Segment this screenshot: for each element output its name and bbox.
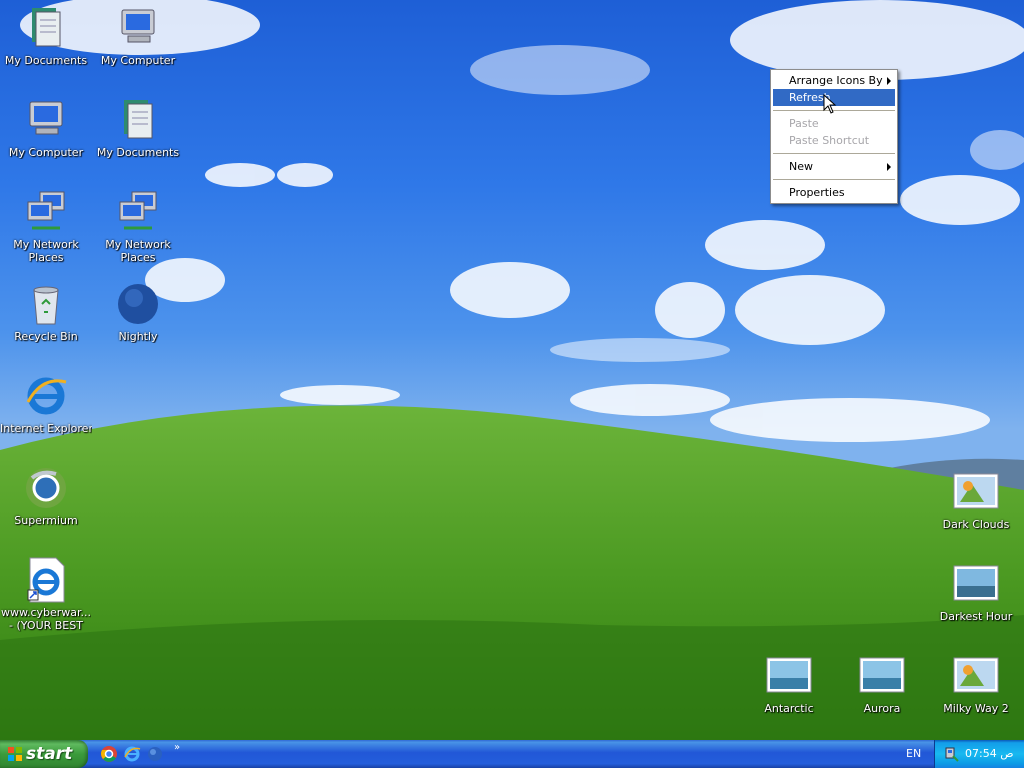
desktop-icon-network-places-2[interactable]: My Network Places bbox=[92, 188, 184, 264]
desktop-icon-label: Internet Explorer bbox=[0, 422, 92, 435]
desktop-icon-my-computer-2[interactable]: My Computer bbox=[0, 96, 92, 159]
internet-explorer-icon bbox=[26, 377, 67, 415]
desktop-icon-network-places[interactable]: My Network Places bbox=[0, 188, 92, 264]
menu-item-label: Arrange Icons By bbox=[789, 74, 883, 87]
desktop-icon-internet-explorer[interactable]: Internet Explorer bbox=[0, 372, 92, 435]
start-button[interactable]: start bbox=[0, 740, 88, 768]
my-computer-icon bbox=[121, 9, 155, 43]
desktop-icon-label: www.cyberwar... - (YOUR BEST S... bbox=[1, 606, 91, 632]
desktop-icon-label: My Computer bbox=[100, 54, 176, 67]
chrome-icon[interactable] bbox=[100, 745, 118, 763]
desktop-icon-dark-clouds[interactable]: Dark Clouds bbox=[930, 468, 1022, 531]
recycle-bin-icon bbox=[33, 286, 59, 325]
desktop-icon-my-documents-2[interactable]: My Documents bbox=[92, 96, 184, 159]
desktop-icon-milky-way-2[interactable]: Milky Way 2 bbox=[930, 652, 1022, 715]
desktop-icon-nightly[interactable]: Nightly bbox=[92, 280, 184, 343]
clock[interactable]: 07:54 ص bbox=[965, 740, 1014, 768]
desktop-icon-label: My Network Places bbox=[105, 238, 171, 264]
desktop-icon-aurora[interactable]: Aurora bbox=[836, 652, 928, 715]
desktop-icon-label: Recycle Bin bbox=[14, 330, 78, 343]
menu-separator bbox=[773, 179, 895, 180]
my-documents-icon bbox=[124, 100, 153, 139]
my-documents-icon bbox=[32, 8, 61, 47]
image-file-icon bbox=[953, 473, 999, 509]
desktop-icon-recycle-bin[interactable]: Recycle Bin bbox=[0, 280, 92, 343]
desktop-icon-antarctic[interactable]: Antarctic bbox=[743, 652, 835, 715]
system-tray: 07:54 ص bbox=[934, 740, 1024, 768]
desktop-icon-my-documents[interactable]: My Documents bbox=[0, 4, 92, 67]
globe-icon bbox=[118, 284, 158, 324]
desktop-icon-label: Antarctic bbox=[764, 702, 814, 715]
image-file-icon bbox=[953, 565, 999, 601]
menu-item-paste-shortcut[interactable]: Paste Shortcut bbox=[771, 132, 897, 149]
desktop-icon-label: My Network Places bbox=[13, 238, 79, 264]
mouse-pointer-icon bbox=[823, 94, 837, 114]
desktop-icon-label: My Documents bbox=[96, 146, 180, 159]
desktop-icon-web-shortcut[interactable]: www.cyberwar... - (YOUR BEST S... bbox=[0, 556, 92, 632]
desktop[interactable]: My Documents My Computer My Computer My … bbox=[0, 0, 1024, 740]
internet-shortcut-icon bbox=[27, 557, 65, 603]
supermium-icon bbox=[26, 468, 66, 508]
language-indicator[interactable]: EN bbox=[906, 740, 921, 768]
desktop-icon-label: Dark Clouds bbox=[942, 518, 1010, 531]
menu-item-label: Properties bbox=[789, 186, 845, 199]
menu-item-label: Paste bbox=[789, 117, 819, 130]
my-computer-icon bbox=[29, 101, 63, 135]
start-label: start bbox=[26, 744, 73, 764]
desktop-icon-label: Aurora bbox=[863, 702, 901, 715]
taskbar: start » EN 07:54 ص bbox=[0, 740, 1024, 768]
submenu-arrow-icon bbox=[887, 77, 891, 85]
desktop-icon-supermium[interactable]: Supermium bbox=[0, 464, 92, 527]
menu-item-new[interactable]: New bbox=[771, 158, 897, 175]
menu-separator bbox=[773, 153, 895, 154]
safely-remove-hardware-icon[interactable] bbox=[943, 746, 959, 762]
desktop-icon-darkest-hour[interactable]: Darkest Hour bbox=[930, 560, 1022, 623]
desktop-icon-label: My Computer bbox=[8, 146, 84, 159]
menu-item-arrange-icons-by[interactable]: Arrange Icons By bbox=[771, 72, 897, 89]
desktop-icon-label: Nightly bbox=[118, 330, 158, 343]
image-file-icon bbox=[859, 657, 905, 693]
menu-item-label: Paste Shortcut bbox=[789, 134, 870, 147]
globe-icon[interactable] bbox=[146, 745, 164, 763]
network-places-icon bbox=[27, 191, 65, 230]
desktop-icon-label: Darkest Hour bbox=[939, 610, 1013, 623]
menu-item-label: New bbox=[789, 160, 813, 173]
submenu-arrow-icon bbox=[887, 163, 891, 171]
image-file-icon bbox=[766, 657, 812, 693]
network-places-icon bbox=[119, 191, 157, 230]
quick-launch-overflow-button[interactable]: » bbox=[174, 742, 180, 753]
windows-logo-icon bbox=[8, 747, 22, 761]
menu-item-properties[interactable]: Properties bbox=[771, 184, 897, 201]
desktop-icon-my-computer[interactable]: My Computer bbox=[92, 4, 184, 67]
menu-item-paste[interactable]: Paste bbox=[771, 115, 897, 132]
desktop-icon-label: Milky Way 2 bbox=[943, 702, 1009, 715]
desktop-icon-label: My Documents bbox=[4, 54, 88, 67]
internet-explorer-icon[interactable] bbox=[123, 745, 141, 763]
desktop-context-menu: Arrange Icons By Refresh Paste Paste Sho… bbox=[770, 69, 898, 204]
image-file-icon bbox=[953, 657, 999, 693]
desktop-icon-label: Supermium bbox=[14, 514, 78, 527]
